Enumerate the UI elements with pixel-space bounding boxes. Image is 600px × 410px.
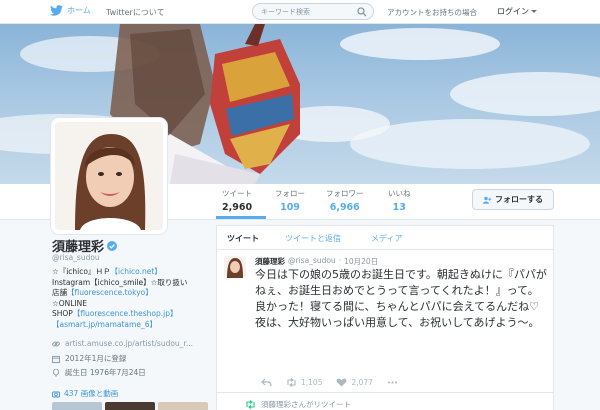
top-navigation-bar: ホーム Twitterについて キーワード検索 アカウントをお持ちの場合 ログイ… xyxy=(0,0,600,24)
stat-likes-value: 13 xyxy=(392,202,406,213)
photos-videos-label: 437 画像と動画 xyxy=(64,389,119,398)
calendar-icon xyxy=(52,355,60,363)
retweet-context: 須藤理彩さんがリツイート xyxy=(245,399,351,410)
bio-link[interactable]: 【fluorescence.theshop.jp】 xyxy=(73,309,178,318)
joined-date: 2012年1月に登録 xyxy=(65,354,127,363)
tweet-dot-separator: · xyxy=(338,256,342,265)
tweet-author-handle[interactable]: @risa_sudou xyxy=(288,256,336,267)
chevron-down-icon xyxy=(531,10,537,13)
timeline-tabs: ツイート ツイートと返信 メディア xyxy=(217,226,553,250)
follow-button-label: フォローする xyxy=(495,195,543,204)
stat-tweets-label: ツイート xyxy=(222,189,253,198)
retweet-count: 1,105 xyxy=(301,378,323,387)
follow-person-icon xyxy=(483,196,492,204)
heart-icon xyxy=(337,378,347,387)
avatar-portrait xyxy=(55,122,163,230)
like-button[interactable]: 2,077 xyxy=(336,378,373,387)
tab-tweets-and-replies[interactable]: ツイートと返信 xyxy=(285,233,341,244)
bio-link[interactable]: 【asmart.jp/mamatame_6】 xyxy=(52,320,157,329)
website-link[interactable]: artist.amuse.co.jp/artist/sudou_r... xyxy=(65,339,193,348)
balloon-icon xyxy=(52,368,60,377)
nav-home-label: ホーム xyxy=(67,6,91,15)
bio-text: ☆ONLINE xyxy=(52,298,87,308)
bio-line: 【asmart.jp/mamatame_6】 xyxy=(52,320,212,331)
media-thumbnail[interactable] xyxy=(105,402,155,410)
search-box[interactable]: キーワード検索 xyxy=(252,3,374,20)
profile-birthday: 誕生日 1976年7月24日 xyxy=(52,367,146,378)
stat-following-value: 109 xyxy=(280,202,300,213)
camera-icon xyxy=(52,391,60,397)
tab-media[interactable]: メディア xyxy=(371,233,402,244)
login-dropdown[interactable]: ログイン xyxy=(497,6,537,17)
stat-followers-label: フォロワー xyxy=(326,189,364,198)
bio-text: SHOP xyxy=(52,309,73,318)
bio-link[interactable]: 【ichico.net】 xyxy=(110,267,161,276)
login-prompt-text: アカウントをお持ちの場合 xyxy=(387,8,477,17)
tweet-divider xyxy=(217,392,553,393)
reply-button[interactable] xyxy=(261,378,272,387)
timeline-panel: ツイート ツイートと返信 メディア 須藤理彩 @risa_sudou · 10月… xyxy=(216,225,554,410)
tweet-avatar-portrait xyxy=(224,256,246,278)
bio-line: ☆ONLINE xyxy=(52,299,212,310)
tweet-actions: 1,105 2,077 xyxy=(261,378,412,387)
reply-icon xyxy=(261,378,272,387)
tweet-header: 須藤理彩 @risa_sudou · 10月20日 xyxy=(255,256,378,267)
stat-tweets[interactable]: ツイート 2,960 xyxy=(222,188,252,213)
bio-line: Instagram【ichico_smile】☆取り扱い xyxy=(52,278,212,289)
media-thumbnail[interactable] xyxy=(158,402,208,410)
more-icon xyxy=(387,381,397,384)
profile-website[interactable]: artist.amuse.co.jp/artist/sudou_r... xyxy=(52,339,193,348)
active-tab-underline xyxy=(216,216,266,219)
twitter-bird-icon xyxy=(50,5,63,16)
stat-likes-label: いいね xyxy=(388,189,411,198)
profile-avatar[interactable] xyxy=(51,118,167,234)
bio-line: 店舗【fluorescence.tokyo】 xyxy=(52,288,212,299)
search-input[interactable]: キーワード検索 xyxy=(261,7,310,17)
birthday-text: 誕生日 1976年7月24日 xyxy=(65,368,146,377)
more-button[interactable] xyxy=(387,378,398,387)
bio-text: ☆『ichico』ＨＰ xyxy=(52,267,111,276)
retweet-icon xyxy=(287,378,296,387)
retweet-context-text: 須藤理彩さんがリツイート xyxy=(261,400,351,409)
profile-handle[interactable]: @risa_sudou xyxy=(52,253,100,262)
login-label: ログイン xyxy=(497,7,529,16)
stat-followers-value: 6,966 xyxy=(329,202,360,213)
bio-line: ☆『ichico』ＨＰ【ichico.net】 xyxy=(52,267,212,278)
bio-text: 店舗 xyxy=(52,288,67,297)
verified-badge-icon xyxy=(107,240,118,251)
stat-following-label: フォロー xyxy=(275,189,305,198)
bio-link[interactable]: 【fluorescence.tokyo】 xyxy=(67,288,153,297)
follow-button[interactable]: フォローする xyxy=(472,189,554,210)
stat-following[interactable]: フォロー 109 xyxy=(275,188,305,213)
stat-likes[interactable]: いいね 13 xyxy=(388,188,411,213)
stat-followers[interactable]: フォロワー 6,966 xyxy=(326,188,364,213)
tweet-author-name[interactable]: 須藤理彩 xyxy=(255,256,285,267)
profile-joined: 2012年1月に登録 xyxy=(52,353,126,364)
tweet-text: 今日は下の娘の5歳のお誕生日です。朝起きぬけに『パパがねぇ、お誕生日おめでとうっ… xyxy=(255,268,547,329)
tab-tweets[interactable]: ツイート xyxy=(227,233,259,244)
stat-tweets-value: 2,960 xyxy=(222,202,253,213)
profile-bio: ☆『ichico』ＨＰ【ichico.net】 Instagram【ichico_… xyxy=(52,267,212,330)
retweet-icon xyxy=(246,400,255,409)
nav-home[interactable]: ホーム xyxy=(50,5,91,16)
nav-about-link[interactable]: Twitterについて xyxy=(106,7,165,18)
retweet-button[interactable]: 1,105 xyxy=(286,378,322,387)
link-icon xyxy=(52,341,60,346)
media-thumbnail[interactable] xyxy=(52,402,102,410)
search-icon[interactable] xyxy=(357,7,367,17)
tweet-author-avatar[interactable] xyxy=(224,256,246,278)
tweet-date[interactable]: 10月20日 xyxy=(344,256,378,267)
like-count: 2,077 xyxy=(351,378,373,387)
bio-line: SHOP【fluorescence.theshop.jp】 xyxy=(52,309,212,320)
photos-videos-link[interactable]: 437 画像と動画 xyxy=(52,388,118,399)
bio-text: Instagram【ichico_smile】☆取り扱い xyxy=(52,277,188,287)
